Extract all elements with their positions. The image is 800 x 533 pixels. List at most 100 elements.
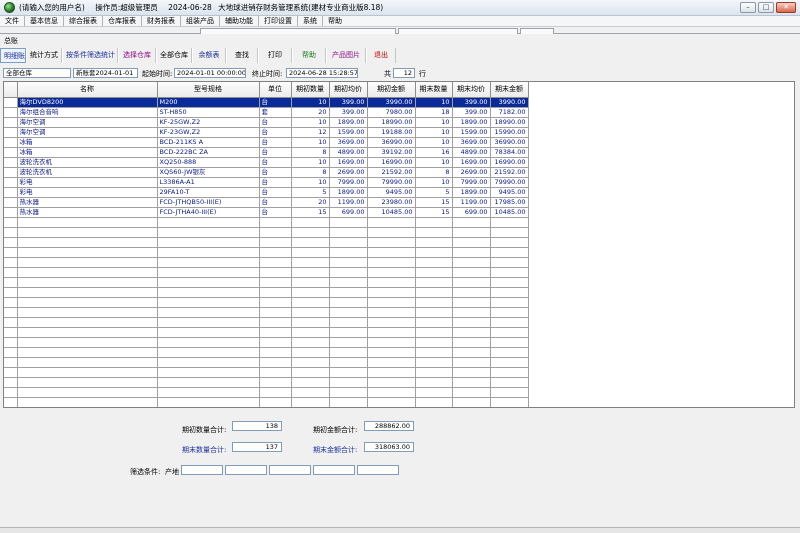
menu-tools[interactable]: 辅助功能: [220, 16, 259, 26]
find-button[interactable]: 查找: [226, 48, 258, 63]
table-cell[interactable]: 3699.00: [452, 137, 491, 148]
table-cell[interactable]: 399.00: [329, 107, 368, 118]
table-cell[interactable]: 7182.00: [490, 107, 529, 118]
column-header[interactable]: 期初数量: [291, 82, 330, 98]
table-cell[interactable]: 699.00: [452, 207, 491, 218]
table-cell[interactable]: 1599.00: [329, 127, 368, 138]
table-cell[interactable]: 10: [291, 97, 330, 108]
table-cell[interactable]: 套: [259, 107, 292, 118]
table-cell[interactable]: 23980.00: [367, 197, 416, 208]
table-cell[interactable]: 10: [291, 137, 330, 148]
table-cell[interactable]: 4899.00: [452, 147, 491, 158]
table-cell[interactable]: 台: [259, 97, 292, 108]
table-cell[interactable]: 波轮洗衣机: [17, 167, 158, 178]
tab-fragment[interactable]: [520, 28, 554, 34]
table-cell[interactable]: 18: [415, 107, 453, 118]
table-cell[interactable]: 海尔空调: [17, 117, 158, 128]
table-cell[interactable]: 1699.00: [452, 157, 491, 168]
table-cell[interactable]: 10485.00: [490, 207, 529, 218]
table-cell[interactable]: 15: [415, 207, 453, 218]
table-cell[interactable]: 10: [415, 157, 453, 168]
table-cell[interactable]: 36990.00: [490, 137, 529, 148]
ledger-grid[interactable]: 名称 型号规格 单位 期初数量 期初均价 期初金额 期末数量 期末均价 期末金额…: [3, 81, 795, 408]
menu-reports[interactable]: 综合报表: [64, 16, 103, 26]
condition-input[interactable]: [357, 465, 399, 475]
row-indicator[interactable]: [4, 197, 18, 208]
table-cell[interactable]: 海尔空调: [17, 127, 158, 138]
row-indicator[interactable]: [4, 147, 18, 158]
table-cell[interactable]: 台: [259, 207, 292, 218]
column-header[interactable]: 期末数量: [415, 82, 453, 98]
table-cell[interactable]: 399.00: [329, 97, 368, 108]
table-cell[interactable]: 10: [415, 97, 453, 108]
table-row[interactable]: 热水器 FCD-JTHA40-III(E) 台 15 699.00 10485.00 15 6…: [4, 207, 529, 218]
table-cell[interactable]: FCD-JTHQB50-III(E): [157, 197, 260, 208]
menu-finance-reports[interactable]: 财务报表: [142, 16, 181, 26]
table-cell[interactable]: 15: [415, 197, 453, 208]
table-cell[interactable]: 8: [291, 167, 330, 178]
table-cell[interactable]: 1899.00: [329, 187, 368, 198]
menu-file[interactable]: 文件: [0, 16, 25, 26]
table-cell[interactable]: 10: [291, 117, 330, 128]
close-button[interactable]: ✕: [776, 2, 796, 13]
table-cell[interactable]: 16990.00: [490, 157, 529, 168]
detail-ledger-button[interactable]: 明细账: [0, 48, 26, 63]
table-cell[interactable]: 36990.00: [367, 137, 416, 148]
table-cell[interactable]: 399.00: [452, 97, 491, 108]
period-select[interactable]: 新账套2024-01-01: [73, 68, 138, 78]
table-cell[interactable]: 5: [415, 187, 453, 198]
table-cell[interactable]: 台: [259, 197, 292, 208]
table-row[interactable]: 热水器 FCD-JTHQB50-III(E) 台 20 1199.00 23980.00 1…: [4, 197, 529, 208]
condition-input[interactable]: [269, 465, 311, 475]
table-cell[interactable]: 1199.00: [452, 197, 491, 208]
column-header[interactable]: 单位: [259, 82, 292, 98]
table-cell[interactable]: 79990.00: [490, 177, 529, 188]
condition-input[interactable]: [313, 465, 355, 475]
table-row[interactable]: 波轮洗衣机 XQS60-JW银灰台 8 2699.00 21592.00 8 2699.00…: [4, 167, 529, 178]
table-cell[interactable]: 399.00: [452, 107, 491, 118]
balance-sheet-button[interactable]: 余额表: [192, 48, 226, 63]
select-warehouse-button[interactable]: 选择仓库: [118, 48, 156, 63]
row-indicator[interactable]: [4, 137, 18, 148]
table-cell[interactable]: 台: [259, 187, 292, 198]
table-cell[interactable]: 台: [259, 127, 292, 138]
table-row[interactable]: 海尔组合音响 ST-H850 套 20 399.00 7980.00 18 399.00 718…: [4, 107, 529, 118]
table-cell[interactable]: 7999.00: [329, 177, 368, 188]
table-cell[interactable]: 台: [259, 167, 292, 178]
table-cell[interactable]: 4899.00: [329, 147, 368, 158]
table-cell[interactable]: 台: [259, 177, 292, 188]
table-cell[interactable]: 台: [259, 147, 292, 158]
table-cell[interactable]: 2699.00: [452, 167, 491, 178]
table-cell[interactable]: 10: [415, 137, 453, 148]
row-indicator[interactable]: [4, 167, 18, 178]
condition-input[interactable]: [181, 465, 223, 475]
table-row[interactable]: 彩电 29FA10-T 台 5 1899.00 9495.00 5 1899.00 9495.0…: [4, 187, 529, 198]
print-button[interactable]: 打印: [258, 48, 292, 63]
table-cell[interactable]: 39192.00: [367, 147, 416, 158]
row-indicator[interactable]: [4, 97, 18, 108]
table-cell[interactable]: 79990.00: [367, 177, 416, 188]
table-cell[interactable]: 7980.00: [367, 107, 416, 118]
table-cell[interactable]: 699.00: [329, 207, 368, 218]
help-button[interactable]: 帮助: [292, 48, 326, 63]
table-cell[interactable]: 台: [259, 117, 292, 128]
table-cell[interactable]: 10: [415, 117, 453, 128]
table-cell[interactable]: 20: [291, 197, 330, 208]
table-cell[interactable]: 15990.00: [490, 127, 529, 138]
warehouse-select[interactable]: 全部仓库: [3, 68, 71, 78]
table-cell[interactable]: 彩电: [17, 177, 158, 188]
table-cell[interactable]: 8: [415, 167, 453, 178]
table-row[interactable]: 海尔DVD8200 M200 台 10 399.00 3990.00 10 399.00 399…: [4, 97, 529, 108]
table-cell[interactable]: 3990.00: [367, 97, 416, 108]
column-header[interactable]: 期初均价: [329, 82, 368, 98]
table-cell[interactable]: 台: [259, 157, 292, 168]
minimize-button[interactable]: –: [740, 2, 756, 13]
table-cell[interactable]: 20: [291, 107, 330, 118]
table-cell[interactable]: 16: [415, 147, 453, 158]
table-cell[interactable]: 1899.00: [452, 117, 491, 128]
table-cell[interactable]: 1199.00: [329, 197, 368, 208]
row-indicator[interactable]: [4, 207, 18, 218]
table-cell[interactable]: 1899.00: [329, 117, 368, 128]
start-time-input[interactable]: 2024-01-01 00:00:00: [174, 68, 246, 78]
table-row[interactable]: 海尔空调 KF-25GW,Z2 台 10 1899.00 18990.00 10 1899.0…: [4, 117, 529, 128]
